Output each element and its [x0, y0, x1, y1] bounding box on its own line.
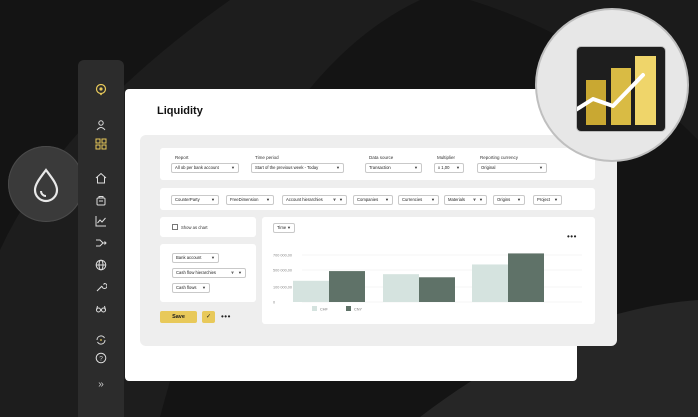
glasses-icon[interactable] [93, 301, 109, 317]
grouping-bank-account[interactable]: Bank account ▼ [172, 253, 219, 263]
dimension-chip-label: Origins [497, 197, 511, 202]
grouping-label: Cash flows [176, 285, 197, 290]
location-pin-icon[interactable] [93, 82, 109, 98]
data-source-select[interactable]: Transaction ▼ [365, 163, 422, 173]
show-as-chart-label: Show as chart [181, 225, 208, 230]
dimension-chip-counterparty[interactable]: CounterParty ▼ [171, 195, 219, 205]
chevron-down-icon: ▼ [539, 165, 543, 170]
chevron-down-icon: ▼ [339, 197, 343, 202]
chevron-down-icon: ▼ [479, 197, 483, 202]
dimension-chip-origins[interactable]: Origins ▼ [493, 195, 525, 205]
multiplier-value: x 1,00 [438, 165, 450, 170]
chevron-down-icon: ▼ [554, 197, 558, 202]
svg-text:?: ? [99, 355, 103, 362]
y-tick-label: 0 [273, 301, 275, 305]
sync-icon[interactable] [93, 332, 109, 348]
legend-swatch [312, 306, 317, 311]
multiplier-label: Multiplier [437, 155, 456, 160]
data-source-value: Transaction [369, 165, 391, 170]
time-period-select[interactable]: Start of the previous week - Today ▼ [251, 163, 344, 173]
dimension-chip-materials[interactable]: Materials ⩔ ▼ [444, 195, 487, 205]
dimension-chip-label: FreeDimension [230, 197, 259, 202]
bar-chart: 700 000,00 500 000,00 100 000,00 0 CHF CNY [273, 253, 582, 312]
analytics-icon[interactable] [93, 213, 109, 229]
liquidity-drop-badge [8, 146, 84, 222]
data-source-label: Data source [369, 155, 394, 160]
dimension-chip-companies[interactable]: Companies ▼ [353, 195, 393, 205]
split-arrows-icon[interactable] [93, 235, 109, 251]
bank-icon[interactable] [93, 192, 109, 208]
sidebar: ? » [78, 60, 124, 417]
grouping-cash-flows[interactable]: Cash flows ▼ [172, 283, 210, 293]
chevron-down-icon: ▼ [336, 165, 340, 170]
filter-icon: ⩔ [333, 197, 336, 203]
chevron-down-icon: ▼ [211, 255, 215, 260]
report-value: All ob per bank account [175, 165, 219, 170]
dimension-chip-label: CounterParty [175, 197, 200, 202]
grouping-label: Bank account [176, 255, 202, 260]
report-label: Report [175, 155, 189, 160]
dimension-chip-freedimension[interactable]: FreeDimension ▼ [226, 195, 274, 205]
dimension-chip-label: Account hierarchies [286, 197, 323, 202]
y-tick-label: 500 000,00 [273, 269, 292, 273]
grouping-label: Cash flow hierarchies [176, 270, 217, 275]
bar-chf-0[interactable] [293, 280, 329, 302]
chevron-down-icon: ▼ [202, 285, 206, 290]
reporting-currency-select[interactable]: Original ▼ [477, 163, 547, 173]
bar-chf-2[interactable] [472, 264, 508, 302]
save-button[interactable]: Save [160, 311, 197, 323]
help-icon[interactable]: ? [93, 350, 109, 366]
bar-chf-1[interactable] [383, 274, 419, 302]
chevron-down-icon: ▼ [231, 165, 235, 170]
chevron-down-icon: ▼ [431, 197, 435, 202]
chevron-down-icon: ▼ [211, 197, 215, 202]
report-select[interactable]: All ob per bank account ▼ [171, 163, 239, 173]
dimension-chip-label: Currencies [402, 197, 423, 202]
expand-sidebar-button[interactable]: » [93, 378, 109, 392]
chevron-down-icon: ▼ [456, 165, 460, 170]
rising-chart-icon [577, 56, 656, 125]
chevron-down-icon: ▼ [238, 270, 242, 275]
home-icon[interactable] [93, 170, 109, 186]
dimension-chip-label: Companies [357, 197, 379, 202]
more-options-button[interactable]: ••• [221, 313, 231, 321]
legend-label: CNY [354, 308, 362, 312]
bar-cny-2[interactable] [508, 253, 544, 302]
chevron-down-icon: ▼ [517, 197, 521, 202]
dimension-chip-label: Project [537, 197, 551, 202]
dimension-chip-label: Materials [448, 197, 465, 202]
globe-icon[interactable] [93, 257, 109, 273]
grid-icon[interactable] [93, 136, 109, 152]
filter-icon: ⩔ [231, 270, 234, 276]
time-period-label: Time period [255, 155, 279, 160]
grouping-cash-flow-hierarchies[interactable]: Cash flow hierarchies ⩔ ▼ [172, 268, 246, 278]
legend-swatch [346, 306, 351, 311]
legend-label: CHF [320, 308, 328, 312]
page-title: Liquidity [157, 105, 203, 117]
multiplier-select[interactable]: x 1,00 ▼ [434, 163, 464, 173]
bar-cny-0[interactable] [329, 271, 365, 302]
bar-cny-1[interactable] [419, 277, 455, 302]
user-icon[interactable] [93, 117, 109, 133]
chevron-down-icon: ▼ [385, 197, 389, 202]
y-tick-label: 100 000,00 [273, 286, 292, 290]
chevron-down-icon: ▼ [266, 197, 270, 202]
confirm-button[interactable]: ✓ [202, 311, 215, 323]
chevron-down-icon: ▼ [414, 165, 418, 170]
reporting-currency-value: Original [481, 165, 496, 170]
dimension-chip-currencies[interactable]: Currencies ▼ [398, 195, 439, 205]
dimension-chip-project[interactable]: Project ▼ [533, 195, 562, 205]
time-period-value: Start of the previous week - Today [255, 165, 319, 170]
show-as-chart-checkbox[interactable] [172, 224, 178, 230]
filter-icon: ⩔ [473, 197, 476, 203]
drop-icon [33, 168, 59, 203]
y-tick-label: 700 000,00 [273, 254, 292, 258]
dimension-chip-account-hierarchies[interactable]: Account hierarchies ⩔ ▼ [282, 195, 347, 205]
wrench-icon[interactable] [93, 279, 109, 295]
reporting-currency-label: Reporting currency [480, 155, 519, 160]
